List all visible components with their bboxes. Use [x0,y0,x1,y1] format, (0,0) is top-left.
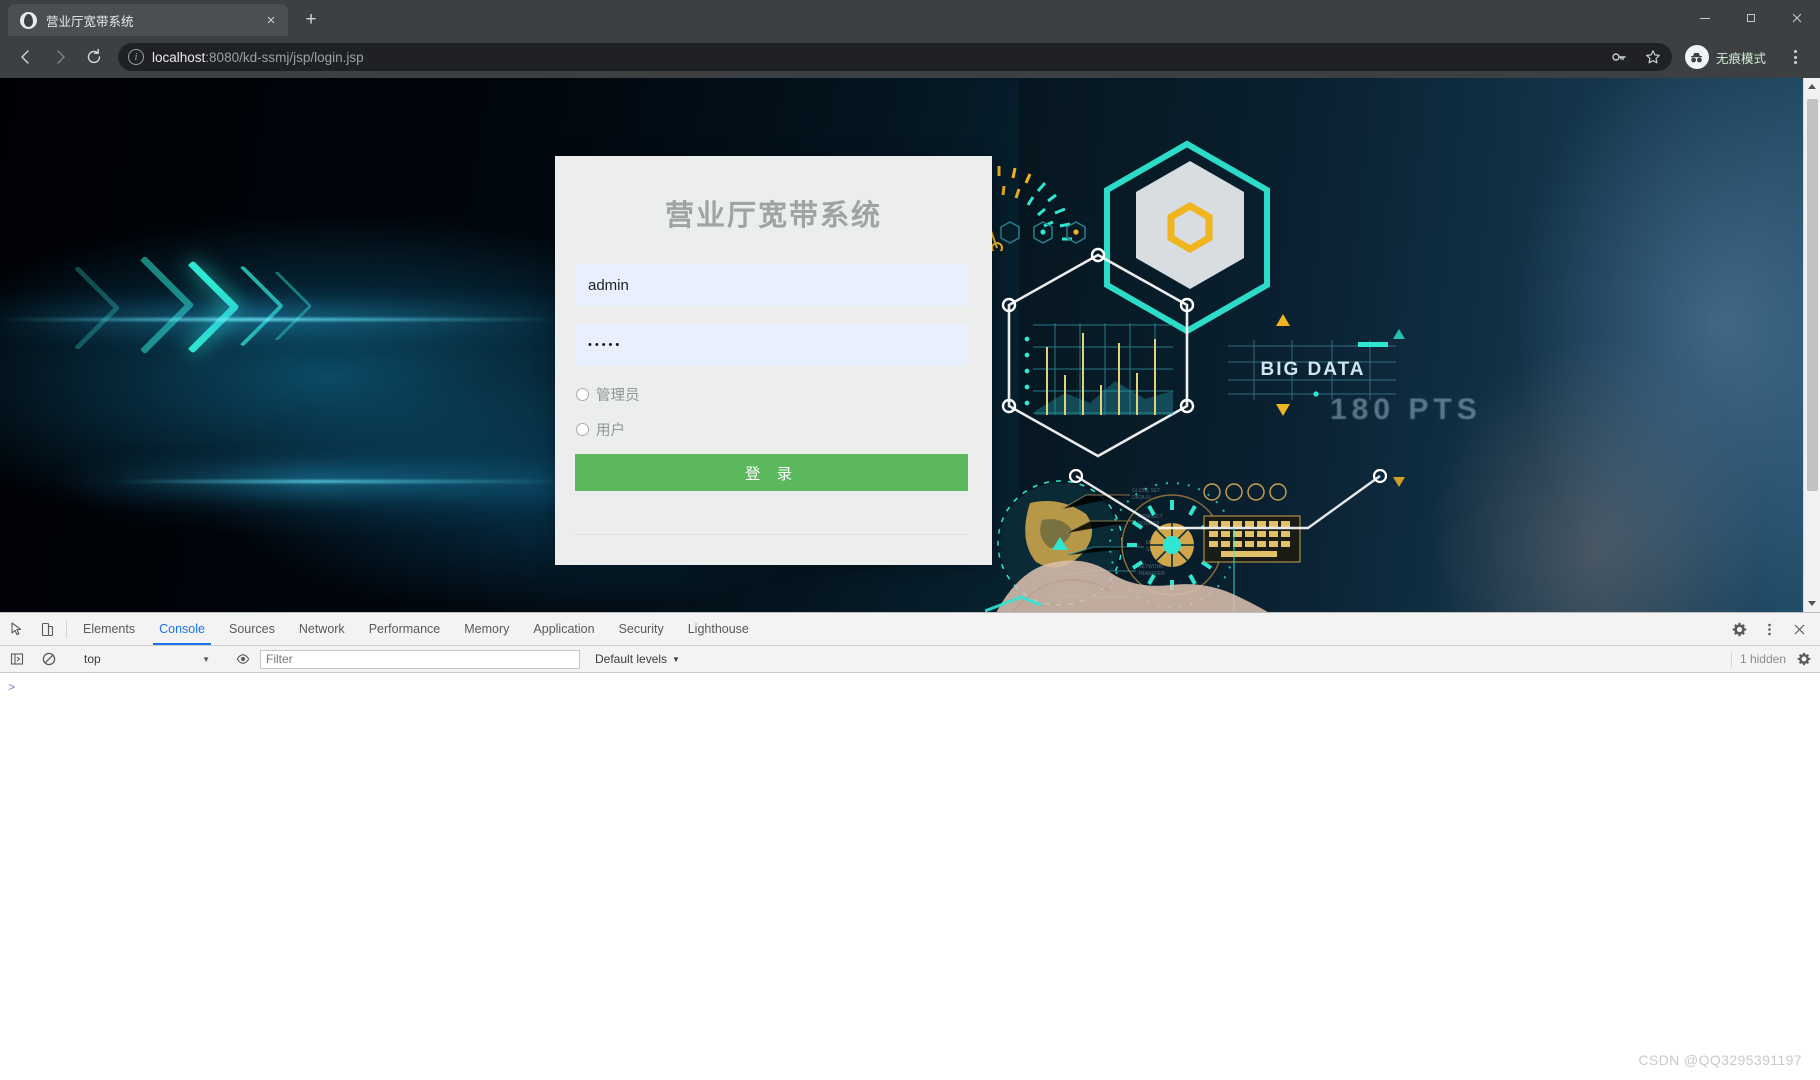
browser-toolbar: i localhost:8080/kd-ssmj/jsp/login.jsp 无… [0,36,1820,78]
tab-performance[interactable]: Performance [357,613,453,645]
console-levels-select[interactable]: Default levels ▼ [590,649,685,669]
back-arrow-icon[interactable] [10,41,42,73]
triangle-decor [1276,314,1290,326]
pts-label: 180 PTS [1330,393,1482,426]
hand-decor [985,560,1268,612]
chevron-down-icon: ▼ [672,654,680,664]
divider [1730,651,1732,667]
role-label-admin: 管理员 [596,388,640,404]
devtools-tabbar: Elements Console Sources Network Perform… [0,613,1820,646]
console-context-select[interactable]: top ▼ [77,649,215,669]
login-button[interactable]: 登 录 [575,454,968,491]
maximize-icon[interactable] [1728,2,1774,34]
scroll-down-arrow-icon[interactable] [1804,595,1820,612]
tab-console[interactable]: Console [147,613,217,645]
browser-tab[interactable]: 营业厅宽带系统 × [8,4,288,36]
console-context-value: top [84,652,101,666]
tab-sources[interactable]: Sources [217,613,287,645]
tab-title: 营业厅宽带系统 [46,14,134,29]
tab-security[interactable]: Security [607,613,676,645]
tab-lighthouse[interactable]: Lighthouse [676,613,761,645]
reload-icon[interactable] [78,41,110,73]
role-label-user: 用户 [596,423,625,439]
console-prompt[interactable]: > [8,681,15,695]
close-icon[interactable] [1774,2,1820,34]
gear-icon[interactable] [1724,622,1754,637]
card-divider [575,534,968,535]
chevron-down-icon: ▼ [202,654,210,664]
inspect-element-icon[interactable] [2,613,32,645]
page-scrollbar[interactable] [1803,78,1820,612]
live-expression-icon[interactable] [228,652,258,666]
new-tab-button[interactable]: + [297,6,325,34]
scroll-up-arrow-icon[interactable] [1804,78,1820,95]
triangle-decor [1393,477,1405,487]
globe-icon [20,11,37,29]
forward-arrow-icon[interactable] [44,41,76,73]
role-radio-admin[interactable]: 管理员 [576,384,972,405]
hidden-count-label: 1 hidden [1739,652,1786,666]
tab-memory[interactable]: Memory [452,613,521,645]
close-icon[interactable]: × [262,11,280,29]
scrollbar-thumb[interactable] [1806,99,1818,491]
window-controls [1682,0,1820,36]
triangle-decor [1393,329,1405,339]
divider [66,620,67,638]
light-streak-decor [0,318,560,321]
address-bar[interactable]: i localhost:8080/kd-ssmj/jsp/login.jsp [118,43,1672,71]
url-text: localhost:8080/kd-ssmj/jsp/login.jsp [152,50,1598,65]
incognito-icon [1684,45,1709,69]
radio-icon[interactable] [576,423,589,436]
triangle-decor [1276,404,1290,416]
browser-titlebar: 营业厅宽带系统 × + [0,0,1820,36]
username-input[interactable] [575,264,968,306]
device-toolbar-icon[interactable] [32,613,62,645]
star-icon[interactable] [1640,44,1666,70]
browser-window: 营业厅宽带系统 × + i localhost:8080/kd-ssmj/jsp… [0,0,1820,1080]
console-filter-input[interactable] [260,649,580,669]
password-input[interactable] [575,324,968,366]
devtools-panel: Elements Console Sources Network Perform… [0,612,1820,1080]
console-hidden-note: 1 hidden [1730,651,1820,667]
key-icon[interactable] [1606,44,1632,70]
tab-elements[interactable]: Elements [71,613,147,645]
devtools-actions [1715,613,1820,645]
page-viewport: BIG DATA 180 PTS GLOBE SET DATA 01 CONNE… [0,78,1820,612]
kebab-menu-icon[interactable] [1754,622,1784,637]
login-card: 营业厅宽带系统 管理员 用户 登 录 [555,156,992,565]
minimize-icon[interactable] [1682,2,1728,34]
incognito-indicator[interactable]: 无痕模式 [1682,42,1776,72]
tab-network[interactable]: Network [287,613,357,645]
url-path: :8080/kd-ssmj/jsp/login.jsp [205,49,364,65]
console-levels-value: Default levels [595,652,668,666]
close-icon[interactable] [1784,622,1814,637]
kebab-menu-icon[interactable] [1780,42,1810,72]
big-data-label: BIG DATA [1260,359,1366,380]
gear-icon[interactable] [1794,652,1814,666]
url-host: localhost [152,49,206,65]
console-output[interactable]: > CSDN @QQ3295391197 [0,673,1820,1080]
light-streak-decor [110,480,570,483]
role-radio-user[interactable]: 用户 [576,419,972,440]
site-info-icon[interactable]: i [128,49,144,65]
radio-icon[interactable] [576,388,589,401]
tab-application[interactable]: Application [521,613,606,645]
incognito-label: 无痕模式 [1715,51,1766,66]
page-title: 营业厅宽带系统 [664,200,882,232]
watermark: CSDN @QQ3295391197 [1638,1052,1802,1068]
console-toolbar: top ▼ Default levels ▼ 1 hidden [0,646,1820,673]
clear-console-icon[interactable] [34,652,64,666]
console-sidebar-icon[interactable] [2,652,32,666]
